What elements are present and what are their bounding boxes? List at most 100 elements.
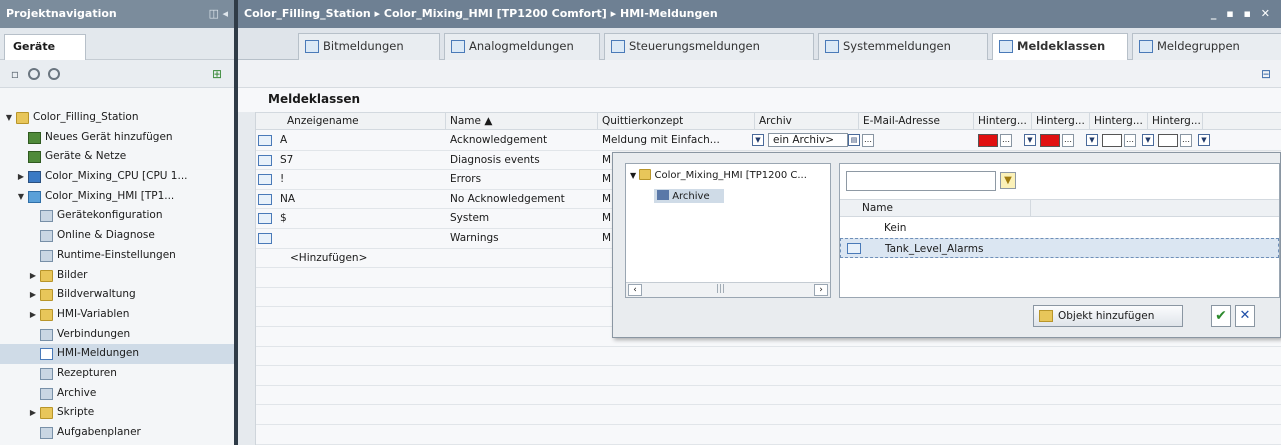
column-header[interactable]: Hinterg... xyxy=(1032,113,1090,130)
cell-archive[interactable]: ein Archiv> xyxy=(768,133,848,147)
empty-row xyxy=(256,366,1281,386)
add-object-button[interactable]: Objekt hinzufügen xyxy=(1033,305,1183,327)
cell-concept[interactable]: Meldung mit Einfach... xyxy=(598,131,738,150)
tab-geraete[interactable]: Geräte xyxy=(4,34,86,60)
color-browse-button[interactable]: … xyxy=(1000,134,1012,147)
cell-display[interactable]: S7 xyxy=(276,151,426,170)
cell-display[interactable]: $ xyxy=(276,209,426,228)
expand-arrow-icon[interactable]: ▶ xyxy=(28,285,38,305)
list-item-tank-level-alarms[interactable]: Tank_Level_Alarms xyxy=(840,238,1279,258)
background-color-swatch[interactable] xyxy=(1158,134,1178,147)
filter-icon[interactable]: ▼ xyxy=(1000,172,1016,189)
tree-item-label: Color_Mixing_HMI [TP1... xyxy=(45,189,175,202)
column-header[interactable]: Archiv xyxy=(755,113,859,130)
list-item-kein[interactable]: Kein xyxy=(840,218,1279,238)
tab-meldeklassen[interactable]: Meldeklassen xyxy=(992,33,1128,60)
column-header[interactable]: Hinterg... xyxy=(1090,113,1148,130)
tab-steuerungsmeldungen[interactable]: Steuerungsmeldungen xyxy=(604,33,814,60)
new-folder-icon[interactable]: ▫ xyxy=(8,67,22,81)
collapse-arrow-icon[interactable]: ▼ xyxy=(16,187,26,207)
column-header[interactable]: Anzeigename xyxy=(283,113,446,130)
cell-name[interactable]: Errors xyxy=(446,170,598,189)
tree-archive-item[interactable]: Archive xyxy=(654,189,724,203)
panel-controls[interactable]: ◫ ◂ xyxy=(209,0,228,28)
gen-icon xyxy=(40,328,53,341)
column-header[interactable]: Hinterg... xyxy=(974,113,1032,130)
column-header[interactable]: Quittierkonzept xyxy=(598,113,755,130)
tree-item[interactable]: Neues Gerät hinzufügen xyxy=(0,128,234,148)
tree-item[interactable]: ▶ HMI-Variablen xyxy=(0,305,234,325)
color-browse-button[interactable]: … xyxy=(1180,134,1192,147)
archive-tree: ▼ Color_Mixing_HMI [TP1200 C... Archive … xyxy=(625,163,831,298)
back-icon[interactable] xyxy=(28,68,40,80)
tree-item[interactable]: Aufgabenplaner xyxy=(0,423,234,443)
collapse-arrow-icon[interactable]: ▼ xyxy=(4,108,14,128)
tree-item[interactable]: ▶ Bildverwaltung xyxy=(0,285,234,305)
expand-arrow-icon[interactable]: ▼ xyxy=(630,171,636,180)
alarm-class-icon xyxy=(258,233,272,244)
scroll-left-icon[interactable]: ‹ xyxy=(628,284,642,296)
tree-item[interactable]: ▼ Color_Filling_Station xyxy=(0,108,234,128)
color-dropdown-icon[interactable]: ▼ xyxy=(1198,134,1210,146)
expand-arrow-icon[interactable]: ▶ xyxy=(28,266,38,286)
tree-item[interactable]: Runtime-Einstellungen xyxy=(0,246,234,266)
add-device-icon[interactable]: ⊞ xyxy=(210,67,224,81)
background-color-swatch[interactable] xyxy=(1102,134,1122,147)
tree-item[interactable]: Geräte & Netze xyxy=(0,147,234,167)
color-dropdown-icon[interactable]: ▼ xyxy=(1024,134,1036,146)
export-icon[interactable]: ⊟ xyxy=(1259,67,1273,81)
cell-name[interactable]: System xyxy=(446,209,598,228)
archive-list: ▼ Name Kein Tank_Level_Alarms xyxy=(839,163,1280,298)
cell-name[interactable]: Diagnosis events xyxy=(446,151,598,170)
tree-item[interactable]: ▼ Color_Mixing_HMI [TP1... xyxy=(0,187,234,207)
archive-dropdown-icon[interactable]: ▤ xyxy=(848,134,860,146)
column-header[interactable]: E-Mail-Adresse xyxy=(859,113,974,130)
tree-item[interactable]: ▶ Color_Mixing_CPU [CPU 1... xyxy=(0,167,234,187)
cell-name[interactable]: Warnings xyxy=(446,229,598,248)
cancel-button[interactable]: ✕ xyxy=(1235,305,1255,327)
expand-arrow-icon[interactable]: ▶ xyxy=(28,403,38,423)
background-color-swatch[interactable] xyxy=(1040,134,1060,147)
column-header[interactable]: Hinterg... xyxy=(1148,113,1203,130)
cell-display[interactable]: NA xyxy=(276,190,426,209)
tree-item[interactable]: Archive xyxy=(0,384,234,404)
window-controls[interactable]: _ ▪ ▪ ✕ xyxy=(1211,0,1273,28)
table-row[interactable]: A Acknowledgement Meldung mit Einfach... ei… xyxy=(256,131,1281,151)
cell-name[interactable]: No Acknowledgement xyxy=(446,190,598,209)
tree-item[interactable]: Gerätekonfiguration xyxy=(0,206,234,226)
tree-root-item[interactable]: ▼ Color_Mixing_HMI [TP1200 C... xyxy=(630,169,807,181)
tab-meldegruppen[interactable]: Meldegruppen xyxy=(1132,33,1281,60)
tree-item-label: Color_Mixing_CPU [CPU 1... xyxy=(45,170,188,183)
cell-name[interactable]: Acknowledgement xyxy=(446,131,598,150)
scroll-right-icon[interactable]: › xyxy=(814,284,828,296)
project-tree: ▼ Color_Filling_Station Neues Gerät hinzuf… xyxy=(0,108,234,443)
color-dropdown-icon[interactable]: ▼ xyxy=(1142,134,1154,146)
color-browse-button[interactable]: … xyxy=(1124,134,1136,147)
color-browse-button[interactable]: … xyxy=(1062,134,1074,147)
archive-search-input[interactable] xyxy=(846,171,996,191)
list-header-name[interactable]: Name xyxy=(862,202,893,214)
tree-item[interactable]: HMI-Meldungen xyxy=(0,344,234,364)
cell-display[interactable] xyxy=(276,229,426,248)
tree-item[interactable]: ▶ Skripte xyxy=(0,403,234,423)
expand-arrow-icon[interactable]: ▶ xyxy=(28,305,38,325)
archive-browse-button[interactable]: … xyxy=(862,134,874,147)
tab-analogmeldungen[interactable]: Analogmeldungen xyxy=(444,33,600,60)
tree-item[interactable]: ▶ Bilder xyxy=(0,266,234,286)
cell-display[interactable]: A xyxy=(276,131,426,150)
confirm-button[interactable]: ✔ xyxy=(1211,305,1231,327)
background-color-swatch[interactable] xyxy=(978,134,998,147)
column-header[interactable]: Name ▲ xyxy=(446,113,598,130)
concept-dropdown-icon[interactable]: ▼ xyxy=(752,134,764,146)
tab-systemmeldungen[interactable]: Systemmeldungen xyxy=(818,33,988,60)
tab-bitmeldungen[interactable]: Bitmeldungen xyxy=(298,33,440,60)
color-dropdown-icon[interactable]: ▼ xyxy=(1086,134,1098,146)
tree-item[interactable]: Verbindungen xyxy=(0,325,234,345)
forward-icon[interactable] xyxy=(48,68,60,80)
expand-arrow-icon[interactable]: ▶ xyxy=(16,167,26,187)
tree-item[interactable]: Rezepturen xyxy=(0,364,234,384)
tree-item[interactable]: Online & Diagnose xyxy=(0,226,234,246)
tree-horizontal-scrollbar[interactable]: ‹ ||| › xyxy=(626,282,830,297)
cell-display[interactable]: ! xyxy=(276,170,426,189)
alarm-class-icon xyxy=(258,154,272,166)
